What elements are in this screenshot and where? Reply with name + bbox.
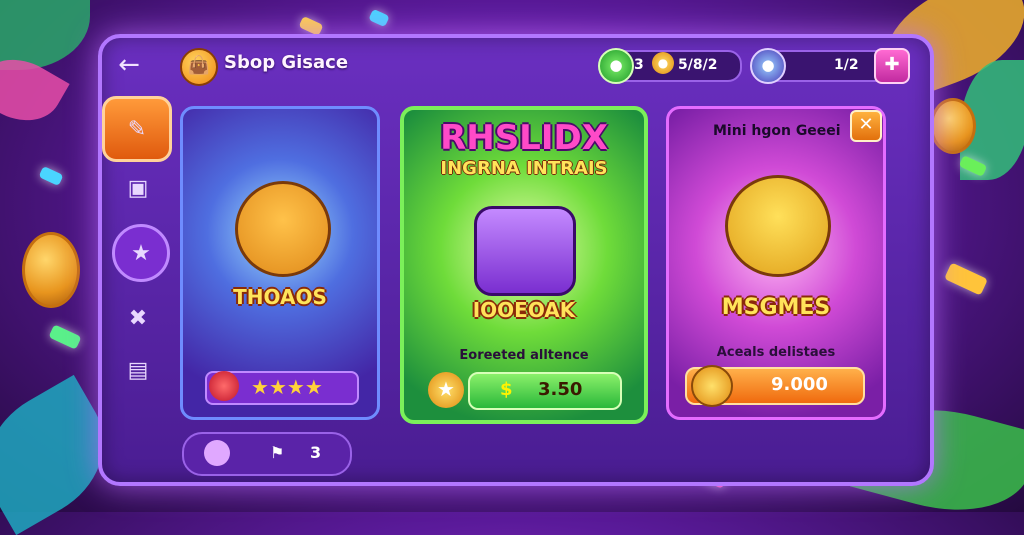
price-currency: $ (500, 379, 513, 400)
cat-mascot (725, 175, 831, 277)
star-icon: ★ (286, 375, 305, 399)
coin-decoration (930, 98, 976, 154)
sidebar-item-wand[interactable]: ★ (112, 224, 170, 282)
sun-coin-icon (691, 365, 733, 407)
rating-bar: ★★★★ (205, 371, 359, 405)
pencil-icon: ✎ (127, 116, 147, 142)
shop-bag-icon: 👜 (180, 48, 218, 86)
gem-count: 1/2 (834, 57, 859, 73)
price-value: 9.000 (771, 374, 828, 395)
star-icon: ★ (251, 375, 269, 399)
shop-card-featured[interactable]: RHSLIDX INGRNA INTRAIS IOOEOAK Eoreeted … (400, 106, 648, 424)
gem-decoration (48, 324, 82, 350)
coin-count-left: 3 (634, 57, 644, 73)
box-icon: ▤ (127, 357, 149, 383)
sidebar-item-tools[interactable]: ✖ (112, 292, 164, 344)
banner-line-2: INGRNA INTRAIS (440, 158, 608, 179)
fox-mascot (235, 181, 331, 277)
magic-wand-icon: ★ (131, 240, 151, 266)
buy-button-orange[interactable]: 9.000 (685, 365, 865, 407)
shop-card-fox[interactable]: THOAOS ★★★★ (180, 106, 380, 420)
puzzle-add-icon[interactable]: ✚ (874, 48, 910, 84)
card-subtitle: Eoreeted alltence (459, 348, 589, 363)
sidebar-item-box[interactable]: ▤ (112, 344, 164, 396)
character-icon[interactable] (204, 440, 230, 466)
cross-tools-icon: ✖ (128, 305, 148, 331)
star-icon: ★ (304, 375, 323, 399)
green-coin-icon: ● (598, 48, 634, 84)
card-subtitle: Aceals delistaes (716, 345, 836, 360)
star-icon: ★ (268, 375, 287, 399)
strawberry-icon (209, 371, 239, 401)
card-header: Mini hgon Geeei (713, 123, 841, 139)
coin-count-right: 5/8/2 (678, 57, 718, 73)
chest-icon: ▣ (127, 175, 149, 201)
gem-decoration (38, 165, 64, 187)
gold-coin-icon: ● (652, 52, 674, 74)
bottom-count: 3 (310, 443, 322, 462)
price-value: 3.50 (538, 379, 583, 400)
shop-card-mini-game[interactable]: Mini hgon Geeei MSGMES Aceals delistaes … (666, 106, 886, 420)
sidebar-item-pencil[interactable]: ✎ (102, 96, 172, 162)
coin-decoration (22, 232, 80, 308)
star-badge-icon: ★ (428, 372, 464, 408)
card-title: THOAOS (233, 285, 327, 309)
gem-decoration (368, 8, 390, 28)
bottom-toolbar: ⚑ 3 (182, 432, 352, 476)
gem-decoration (944, 262, 988, 296)
page-title: Sbop Gisace (224, 52, 349, 73)
sidebar-item-chest[interactable]: ▣ (112, 162, 164, 214)
flag-icon[interactable]: ⚑ (270, 443, 284, 462)
card-title: IOOEOAK (472, 298, 576, 322)
card-title: MSGMES (721, 295, 831, 320)
back-arrow-icon[interactable]: ← (112, 48, 146, 82)
potion-icon: ● (750, 48, 786, 84)
banner-line-1: RHSLIDX (440, 118, 608, 158)
buy-button-green[interactable]: $ 3.50 (468, 372, 622, 410)
coin-balance[interactable]: ● 3 ● 5/8/2 (598, 48, 742, 84)
cube-mascot (474, 206, 576, 296)
close-icon[interactable]: ✕ (850, 110, 882, 142)
star-rating: ★★★★ (251, 375, 323, 399)
